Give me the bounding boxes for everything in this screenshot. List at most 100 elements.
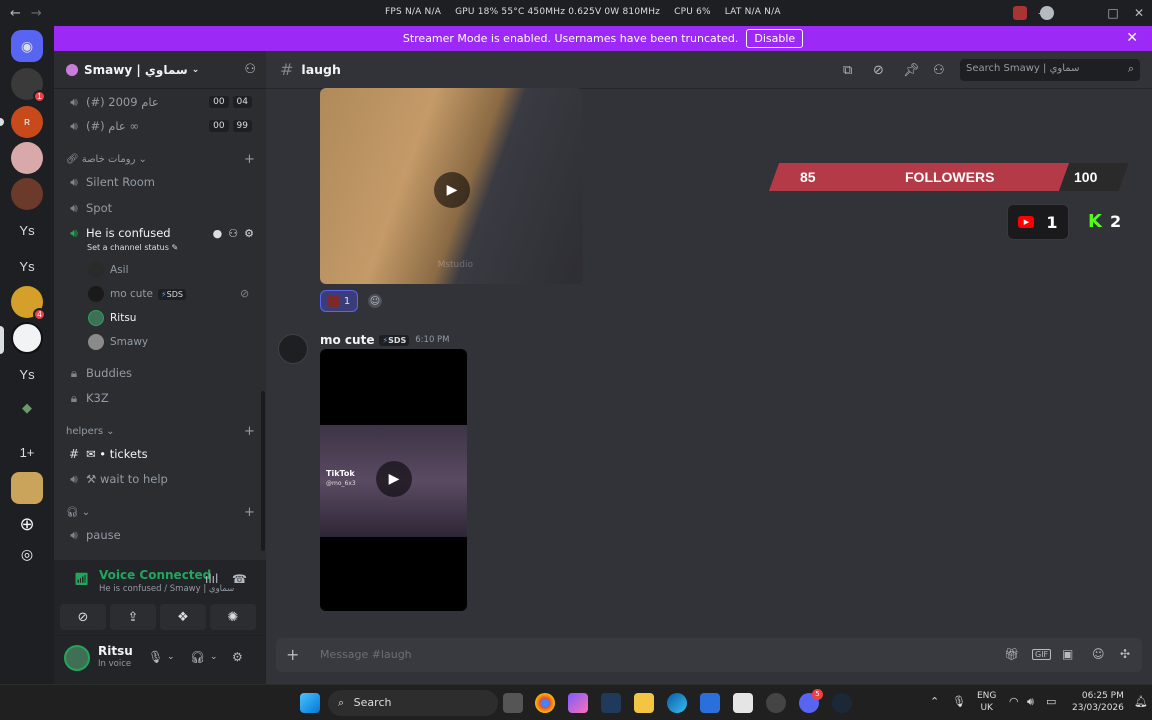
- store-icon[interactable]: [733, 693, 753, 713]
- steam-icon[interactable]: [832, 693, 852, 713]
- camera-off-button[interactable]: ⊘: [60, 604, 106, 630]
- voice-channel-wait-to-help[interactable]: 🔊︎ ⚒ wait to help: [62, 468, 258, 490]
- add-reaction-icon[interactable]: ☺: [368, 294, 382, 308]
- voice-channel[interactable]: 🔊︎ (#) عام ∞ 00 99: [62, 115, 258, 137]
- signal-icon[interactable]: 📶︎: [74, 572, 89, 586]
- close-window-icon[interactable]: ✕: [1126, 6, 1152, 20]
- avatar[interactable]: [278, 334, 308, 364]
- voice-user[interactable]: Ritsu: [88, 308, 136, 328]
- mute-notifications-icon[interactable]: ⊘: [873, 63, 884, 78]
- username[interactable]: Ritsu: [98, 644, 133, 658]
- microphone-icon[interactable]: 🎙︎: [148, 650, 163, 664]
- apps-icon[interactable]: ✣: [1120, 647, 1130, 661]
- play-icon[interactable]: ▶: [376, 461, 412, 497]
- chat-icon[interactable]: ●: [213, 227, 223, 240]
- windows-start-icon[interactable]: [300, 693, 320, 713]
- invite-icon[interactable]: ⚇: [244, 62, 256, 77]
- pin-icon[interactable]: 📌︎: [903, 63, 920, 78]
- add-channel-icon[interactable]: +: [244, 505, 255, 520]
- server-icon[interactable]: [11, 142, 43, 174]
- discord-home-icon[interactable]: ◉: [11, 30, 43, 62]
- server-icon-ys[interactable]: Ys: [11, 250, 43, 282]
- voice-user[interactable]: mo cute ⚡SDS: [88, 284, 186, 304]
- server-icon[interactable]: 4: [11, 286, 46, 321]
- headphones-icon[interactable]: 🎧︎: [190, 650, 205, 664]
- voice-status-title[interactable]: Voice Connected: [99, 568, 211, 582]
- disable-streamer-mode-button[interactable]: Disable: [746, 29, 804, 48]
- server-icon[interactable]: 1: [11, 68, 46, 103]
- text-channel-tickets[interactable]: # ✉ • tickets: [62, 443, 258, 465]
- category-helpers[interactable]: helpers ⌄ +: [66, 424, 262, 439]
- voice-user[interactable]: Smawy: [88, 332, 148, 352]
- app-icon[interactable]: [766, 693, 786, 713]
- server-icon-1plus[interactable]: 1+: [11, 436, 43, 468]
- category-audio[interactable]: 🎧︎ ⌄ +: [66, 505, 262, 520]
- server-icon[interactable]: [11, 178, 43, 210]
- gear-icon[interactable]: ⚙: [232, 650, 243, 664]
- voice-channel-pause[interactable]: 🔊︎ pause: [62, 524, 258, 546]
- channel-status[interactable]: Set a channel status ✎: [87, 243, 178, 252]
- voice-channel-silent-room[interactable]: 🔊︎ Silent Room: [62, 171, 258, 193]
- guild-header[interactable]: Smawy | سماوي ⌄ ⚇: [54, 51, 266, 89]
- gear-icon[interactable]: ⚙: [244, 227, 254, 240]
- activities-button[interactable]: ❖: [160, 604, 206, 630]
- task-view-icon[interactable]: [503, 693, 523, 713]
- voice-user[interactable]: Asil: [88, 260, 129, 280]
- wifi-icon[interactable]: ◠: [1009, 695, 1019, 708]
- locked-channel-k3z[interactable]: 🔒︎ K3Z: [62, 387, 258, 409]
- file-explorer-icon[interactable]: [634, 693, 654, 713]
- mail-icon[interactable]: [700, 693, 720, 713]
- message-composer[interactable]: + Message #laugh 🎁︎ GIF ▣ ☺ ✣: [276, 638, 1142, 672]
- server-icon-ys[interactable]: Ys: [11, 214, 43, 246]
- add-server-icon[interactable]: ⊕: [11, 508, 43, 540]
- server-icon[interactable]: ◆: [11, 392, 43, 424]
- gift-icon[interactable]: 🎁︎: [1004, 647, 1019, 661]
- clock[interactable]: 06:25 PM 23/03/2026: [1072, 690, 1124, 714]
- invite-member-icon[interactable]: ⚇: [228, 227, 238, 240]
- server-icon-ys[interactable]: Ys: [11, 358, 43, 390]
- microphone-icon[interactable]: 🎙︎: [952, 695, 966, 708]
- minimize-icon[interactable]: –: [1028, 6, 1054, 20]
- noise-suppression-icon[interactable]: ılıl: [205, 572, 218, 586]
- inbox-icon[interactable]: [1013, 6, 1027, 20]
- gif-icon[interactable]: GIF: [1032, 649, 1052, 660]
- threads-icon[interactable]: ⧉: [843, 63, 852, 78]
- voice-channel-he-is-confused[interactable]: 🔊︎ He is confused ● ⚇ ⚙: [62, 222, 258, 244]
- reaction-chip[interactable]: 1: [320, 290, 358, 312]
- back-arrow-icon[interactable]: ←: [10, 6, 21, 21]
- server-icon[interactable]: [11, 472, 43, 504]
- video-attachment[interactable]: TikTok @mo_6x3 ▶: [320, 349, 467, 611]
- close-icon[interactable]: ✕: [1126, 30, 1138, 46]
- edge-icon[interactable]: [667, 693, 687, 713]
- category-private-rooms[interactable]: 🔗︎ رومات خاصة ⌄ +: [66, 152, 262, 167]
- forward-arrow-icon[interactable]: →: [31, 6, 42, 21]
- add-channel-icon[interactable]: +: [244, 152, 255, 167]
- search-input[interactable]: Search Smawy | سماوي ⌕: [960, 59, 1140, 81]
- sticker-icon[interactable]: ▣: [1062, 647, 1073, 661]
- server-icon[interactable]: R: [11, 106, 43, 138]
- chevron-down-icon[interactable]: ⌄: [167, 652, 175, 662]
- voice-channel-spot[interactable]: 🔊︎ Spot: [62, 197, 258, 219]
- chrome-icon[interactable]: [535, 693, 555, 713]
- chevron-down-icon[interactable]: ⌄: [210, 652, 218, 662]
- copilot-icon[interactable]: [568, 693, 588, 713]
- volume-icon[interactable]: 🔊︎: [1027, 695, 1034, 709]
- avatar[interactable]: [64, 645, 90, 671]
- server-icon-selected[interactable]: [11, 322, 43, 354]
- upload-plus-icon[interactable]: +: [286, 645, 299, 664]
- app-icon[interactable]: [601, 693, 621, 713]
- taskbar-search[interactable]: ⌕ Search: [328, 690, 498, 716]
- add-channel-icon[interactable]: +: [244, 424, 255, 439]
- disconnect-icon[interactable]: ☎: [232, 572, 247, 586]
- member-list-icon[interactable]: ⚇: [933, 63, 945, 78]
- play-icon[interactable]: ▶: [434, 172, 470, 208]
- notification-bell-icon[interactable]: 🔔︎: [1134, 695, 1148, 708]
- soundboard-button[interactable]: ✺: [210, 604, 256, 630]
- battery-icon[interactable]: ▭: [1046, 695, 1056, 708]
- chevron-up-icon[interactable]: ⌃: [930, 695, 939, 708]
- video-attachment[interactable]: ▶ Mstudio: [320, 88, 583, 284]
- sidebar-scrollbar[interactable]: [261, 391, 265, 551]
- voice-channel[interactable]: 🔊︎ (#) عام 2009 00 04: [62, 91, 258, 113]
- locked-channel-buddies[interactable]: 🔒︎ Buddies: [62, 362, 258, 384]
- message-author[interactable]: mo cute: [320, 333, 374, 347]
